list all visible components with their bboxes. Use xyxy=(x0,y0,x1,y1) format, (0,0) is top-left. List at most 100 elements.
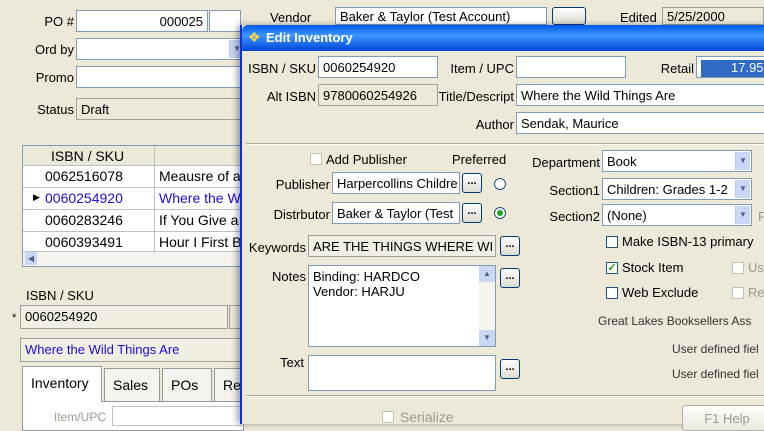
use-label: Us xyxy=(748,260,764,275)
separator-bottom xyxy=(246,395,764,397)
add-publisher-label: Add Publisher xyxy=(326,152,407,167)
chevron-down-icon[interactable]: ▼ xyxy=(735,152,750,170)
add-publisher-checkbox[interactable] xyxy=(310,153,322,165)
isbn-field[interactable]: 0060254920 xyxy=(318,56,438,78)
title-label: Title/Descript xyxy=(438,89,514,104)
author-field[interactable]: Sendak, Maurice xyxy=(516,112,764,134)
item-upc-field[interactable] xyxy=(516,56,626,78)
row-pointer-icon: ▶ xyxy=(33,192,40,202)
status-field: Draft xyxy=(76,98,246,120)
grid-header-sku[interactable]: ISBN / SKU xyxy=(43,146,155,165)
make-isbn13-label: Make ISBN-13 primary xyxy=(622,234,754,249)
section2-label: Section2 xyxy=(549,209,600,224)
status-label: Status xyxy=(37,102,74,117)
required-marker: * xyxy=(12,312,17,324)
retail-value: 17.95 xyxy=(701,60,764,77)
dialog-titlebar[interactable]: ❖ Edit Inventory xyxy=(242,25,764,51)
tab-sales[interactable]: Sales xyxy=(104,368,160,402)
chevron-down-icon[interactable]: ▼ xyxy=(735,206,750,224)
isbn-label: ISBN / SKU xyxy=(248,61,316,76)
po-number-value: 000025 xyxy=(159,14,203,29)
re-checkbox[interactable] xyxy=(732,287,744,299)
distributor-lookup-button[interactable]: ... xyxy=(462,203,482,223)
title-display: Where the Wild Things Are xyxy=(20,338,241,362)
retail-field[interactable]: 17.95 xyxy=(696,56,764,78)
notes-textarea[interactable]: Binding: HARDCO Vendor: HARJU ▲ ▼ xyxy=(308,265,496,347)
publisher-lookup-button[interactable]: ... xyxy=(462,173,482,193)
keywords-lookup-button[interactable]: ... xyxy=(500,236,520,256)
great-lakes-label: Great Lakes Booksellers Ass xyxy=(598,314,752,328)
po-items-grid[interactable]: ISBN / SKU 0062516078 Meausre of a M ▶ 0… xyxy=(22,145,252,267)
distributor-field[interactable]: Baker & Taylor (Test xyxy=(332,202,460,224)
user-defined-label-1: User defined fiel xyxy=(672,342,759,356)
scroll-left-icon[interactable]: ◀ xyxy=(25,252,37,265)
alt-isbn-label: Alt ISBN xyxy=(266,89,316,104)
serialize-checkbox[interactable] xyxy=(382,411,394,423)
publisher-label: Publisher xyxy=(275,177,330,192)
text-field[interactable] xyxy=(308,355,496,391)
ord-by-select[interactable]: ▼ xyxy=(76,38,246,60)
publisher-preferred-radio[interactable] xyxy=(494,178,506,190)
department-select[interactable]: Book ▼ xyxy=(602,150,752,172)
serialize-label: Serialize xyxy=(400,409,454,425)
table-row[interactable]: 0062516078 Meausre of a M xyxy=(23,166,251,188)
preferred-label: Preferred xyxy=(452,152,507,167)
dialog-title: Edit Inventory xyxy=(266,30,353,45)
grid-header: ISBN / SKU xyxy=(23,146,251,166)
po-number-field[interactable]: 000025 xyxy=(76,10,208,32)
item-upc-label: Item/UPC xyxy=(54,410,107,424)
make-isbn13-checkbox[interactable] xyxy=(606,236,618,248)
author-label: Author xyxy=(475,117,514,132)
user-defined-label-2: User defined fiel xyxy=(672,367,759,381)
notes-scrollbar[interactable]: ▲ ▼ xyxy=(479,266,495,346)
sku-label: ISBN / SKU xyxy=(26,288,94,303)
app-icon: ❖ xyxy=(248,29,261,45)
po-extra-field[interactable] xyxy=(209,10,241,32)
help-button[interactable]: F1 Help xyxy=(682,405,764,431)
retail-label: Retail xyxy=(660,61,694,76)
item-upc-label: Item / UPC xyxy=(450,61,514,76)
item-upc-field[interactable] xyxy=(112,406,242,426)
web-exclude-label: Web Exclude xyxy=(622,285,699,300)
title-field[interactable]: Where the Wild Things Are xyxy=(516,84,764,106)
separator xyxy=(246,143,764,145)
notes-label: Notes xyxy=(272,269,306,284)
use-checkbox[interactable] xyxy=(732,262,744,274)
text-label: Text xyxy=(280,355,304,370)
table-row-selected[interactable]: ▶ 0060254920 Where the Wild xyxy=(23,188,251,210)
chevron-down-icon[interactable]: ▼ xyxy=(735,180,750,198)
section1-select[interactable]: Children: Grades 1-2 ▼ xyxy=(602,178,752,200)
sku-field[interactable]: 0060254920 xyxy=(20,305,228,329)
notes-lookup-button[interactable]: ... xyxy=(500,268,520,288)
text-lookup-button[interactable]: ... xyxy=(500,359,520,379)
tab-inventory[interactable]: Inventory xyxy=(22,366,102,402)
keywords-field[interactable]: ARE THE THINGS WHERE WI xyxy=(308,235,496,257)
stock-item-label: Stock Item xyxy=(622,260,684,275)
section2-select[interactable]: (None) ▼ xyxy=(602,204,752,226)
scroll-up-icon[interactable]: ▲ xyxy=(479,266,495,282)
vendor-label: Vendor xyxy=(270,10,312,25)
promo-label: Promo xyxy=(35,70,74,85)
edit-inventory-dialog: ❖ Edit Inventory ISBN / SKU 0060254920 I… xyxy=(240,25,764,431)
po-label: PO # xyxy=(44,14,74,29)
publisher-field[interactable]: Harpercollins Childre xyxy=(332,172,460,194)
grid-horizontal-scrollbar[interactable]: ◀ xyxy=(23,251,251,266)
alt-isbn-field: 9780060254926 xyxy=(318,84,438,106)
web-exclude-checkbox[interactable] xyxy=(606,287,618,299)
edited-label: Edited xyxy=(620,10,657,25)
table-row[interactable]: 0060283246 If You Give a C xyxy=(23,210,251,232)
tab-pos[interactable]: POs xyxy=(162,368,212,402)
keywords-label: Keywords xyxy=(248,240,306,255)
vendor-field[interactable]: Baker & Taylor (Test Account) xyxy=(335,7,547,25)
scroll-down-icon[interactable]: ▼ xyxy=(479,330,495,346)
stock-item-checkbox[interactable]: ✓ xyxy=(606,262,618,274)
promo-field[interactable] xyxy=(76,66,246,88)
section1-label: Section1 xyxy=(549,183,600,198)
vendor-lookup-button[interactable] xyxy=(552,7,586,25)
section2-trailing-label: F xyxy=(758,209,764,224)
department-label: Department xyxy=(532,155,600,170)
re-label: Re xyxy=(748,285,764,300)
distributor-preferred-radio[interactable] xyxy=(494,207,506,219)
distributor-label: Distrbutor xyxy=(273,207,330,222)
edited-field: 5/25/2000 xyxy=(662,7,764,25)
